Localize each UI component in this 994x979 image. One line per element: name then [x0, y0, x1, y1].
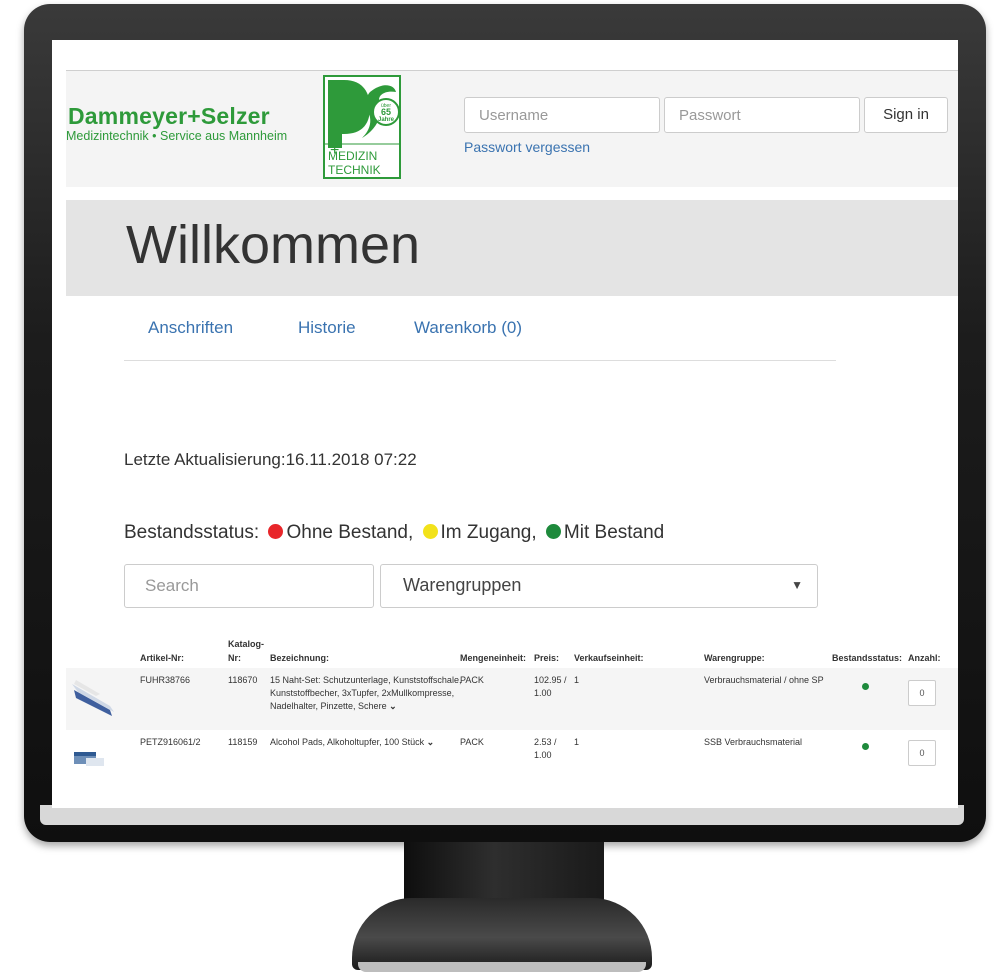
stock-status-dot-icon — [862, 743, 869, 750]
search-input[interactable]: Search — [124, 564, 374, 608]
cell-bezeichnung: Alcohol Pads, Alkoholtupfer, 100 Stück ⌄ — [270, 736, 434, 749]
company-logo[interactable]: + über 65 Jahre MEDIZIN TECHNIK — [322, 74, 402, 180]
cell-artikel: PETZ916061/2 — [140, 737, 201, 747]
sign-in-button[interactable]: Sign in — [864, 97, 948, 133]
stock-status-dot-icon — [862, 683, 869, 690]
cell-katalog: 118670 — [228, 675, 258, 685]
cell-bezeichnung-text: Nadelhalter, Pinzette, Schere — [270, 701, 387, 711]
welcome-banner: Willkommen — [66, 200, 958, 296]
forgot-password-link[interactable]: Passwort vergessen — [464, 139, 590, 155]
monitor-stand-edge — [358, 962, 646, 972]
cell-bezeichnung-text: Alcohol Pads, Alkoholtupfer, 100 Stück — [270, 737, 425, 747]
tab-anschriften[interactable]: Anschriften — [148, 318, 233, 338]
cell-warengruppe: Verbrauchsmaterial / ohne SP — [704, 675, 824, 685]
cell-artikel: FUHR38766 — [140, 675, 191, 685]
header-bestandsstatus: Bestandsstatus: — [832, 653, 903, 663]
logo-badge-word: Jahre — [378, 117, 395, 123]
page-title: Willkommen — [126, 215, 421, 275]
legend-label: Bestandsstatus: — [124, 522, 260, 543]
chevron-down-icon[interactable]: ⌄ — [427, 737, 435, 747]
quantity-input[interactable]: 0 — [908, 740, 936, 766]
product-group-value: Warengruppen — [403, 575, 522, 595]
header-katalog-1: Katalog- — [228, 639, 264, 649]
cell-preis-1: 2.53 / — [534, 737, 557, 747]
legend-out-of-stock: Ohne Bestand, — [286, 522, 414, 543]
header-preis: Preis: — [534, 653, 560, 663]
red-dot-icon — [268, 524, 284, 539]
stock-legend: Bestandsstatus: Ohne Bestand, Im Zugang,… — [124, 522, 664, 544]
cell-bezeichnung-line-2: Kunststoffbecher, 3xTupfer, 2xMullkompre… — [270, 688, 455, 698]
brand-tagline: Medizintechnik • Service aus Mannheim — [66, 129, 288, 143]
header-katalog-2: Nr: — [228, 653, 241, 663]
monitor-chin — [40, 805, 964, 825]
header-bezeichnung: Bezeichnung: — [270, 653, 330, 663]
header-warengruppe: Warengruppe: — [704, 653, 765, 663]
product-group-select[interactable]: Warengruppen ▼ — [380, 564, 818, 608]
header-mengeneinheit: Mengeneinheit: — [460, 653, 527, 663]
cell-preis-2: 1.00 — [534, 688, 552, 698]
legend-incoming: Im Zugang, — [440, 522, 537, 543]
brand-name[interactable]: Dammeyer+Selzer — [68, 103, 270, 130]
logo-badge-years: 65 — [381, 107, 391, 117]
green-dot-icon — [545, 524, 561, 539]
password-input[interactable]: Passwort — [664, 97, 860, 133]
logo-line-1: MEDIZIN — [328, 149, 377, 163]
product-thumbnail-suture-set[interactable] — [70, 672, 116, 718]
legend-in-stock: Mit Bestand — [563, 522, 665, 543]
cell-bezeichnung-line-3: Nadelhalter, Pinzette, Schere ⌄ — [270, 700, 397, 713]
cell-bezeichnung-line-1: 15 Naht-Set: Schutzunterlage, Kunststoff… — [270, 675, 462, 685]
monitor-screen: Dammeyer+Selzer Medizintechnik • Service… — [52, 40, 958, 808]
quantity-input[interactable]: 0 — [908, 680, 936, 706]
tab-historie[interactable]: Historie — [298, 318, 356, 338]
caret-down-icon: ▼ — [791, 578, 803, 592]
monitor-stand-base — [352, 898, 652, 970]
cell-mengeneinheit: PACK — [460, 737, 484, 747]
username-input[interactable]: Username — [464, 97, 660, 133]
header-anzahl: Anzahl: — [908, 653, 941, 663]
last-update-text: Letzte Aktualisierung:16.11.2018 07:22 — [124, 450, 417, 469]
monitor-stand-neck — [404, 842, 604, 904]
product-thumbnail-alcohol-pads[interactable] — [72, 746, 106, 768]
cell-mengeneinheit: PACK — [460, 675, 484, 685]
chevron-down-icon[interactable]: ⌄ — [389, 701, 397, 711]
yellow-dot-icon — [422, 524, 438, 539]
header-verkaufseinheit: Verkaufseinheit: — [574, 653, 644, 663]
table-row — [66, 668, 958, 730]
cell-warengruppe: SSB Verbrauchsmaterial — [704, 737, 803, 747]
cell-verkaufseinheit: 1 — [574, 675, 580, 685]
nav-tabs: Anschriften Historie Warenkorb (0) — [124, 318, 836, 361]
tab-warenkorb[interactable]: Warenkorb (0) — [414, 318, 522, 338]
cell-preis-2: 1.00 — [534, 750, 552, 760]
cell-katalog: 118159 — [228, 737, 258, 747]
cell-verkaufseinheit: 1 — [574, 737, 580, 747]
header-artikel: Artikel-Nr: — [140, 653, 185, 663]
logo-line-2: TECHNIK — [328, 163, 381, 177]
cell-preis-1: 102.95 / — [534, 675, 567, 685]
site-header: Dammeyer+Selzer Medizintechnik • Service… — [66, 71, 958, 187]
